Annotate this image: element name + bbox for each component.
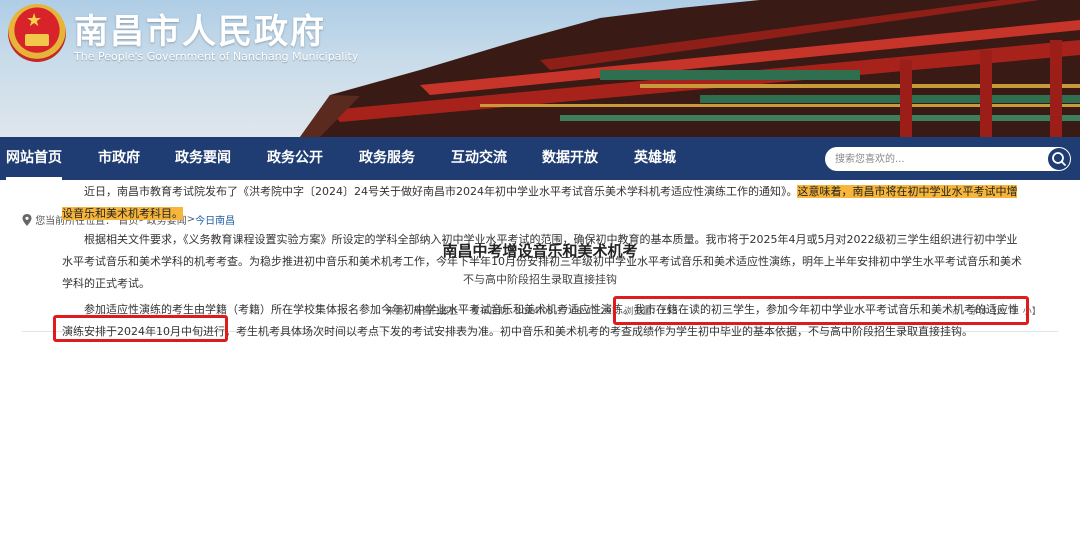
nav-item-government-services[interactable]: 政务服务 <box>359 137 415 180</box>
paragraph-text: 近日，南昌市教育考试院发布了《洪考院中字〔2024〕24号关于做好南昌市2024… <box>84 185 798 198</box>
nav-item-government-news[interactable]: 政务要闻 <box>175 137 231 180</box>
nav-item-interaction[interactable]: 互动交流 <box>451 137 507 180</box>
article-paragraph: 根据相关文件要求，《义务教育课程设置实验方案》所设定的学科全部纳入初中学业水平考… <box>62 233 1022 290</box>
nav-item-hero-city[interactable]: 英雄城 <box>634 137 676 180</box>
search-box <box>825 147 1071 171</box>
site-title: 南昌市人民政府 <box>74 12 326 52</box>
search-input[interactable] <box>835 147 1035 171</box>
nav-item-government-affairs-open[interactable]: 政务公开 <box>267 137 323 180</box>
annotation-box <box>613 296 1029 325</box>
annotation-box <box>53 315 228 342</box>
nav-item-city-government[interactable]: 市政府 <box>98 137 140 180</box>
location-pin-icon <box>22 213 32 226</box>
national-emblem-icon: ★ <box>8 4 66 62</box>
site-subtitle: The People's Government of Nanchang Muni… <box>74 50 359 63</box>
search-icon <box>1052 152 1066 166</box>
nav-item-open-data[interactable]: 数据开放 <box>542 137 598 180</box>
article-paragraph: 近日，南昌市教育考试院发布了《洪考院中字〔2024〕24号关于做好南昌市2024… <box>62 181 1022 225</box>
search-button[interactable] <box>1048 148 1070 170</box>
nav-item-home[interactable]: 网站首页 <box>6 137 62 180</box>
header-banner: ★ 南昌市人民政府 The People's Government of Nan… <box>0 0 1080 137</box>
